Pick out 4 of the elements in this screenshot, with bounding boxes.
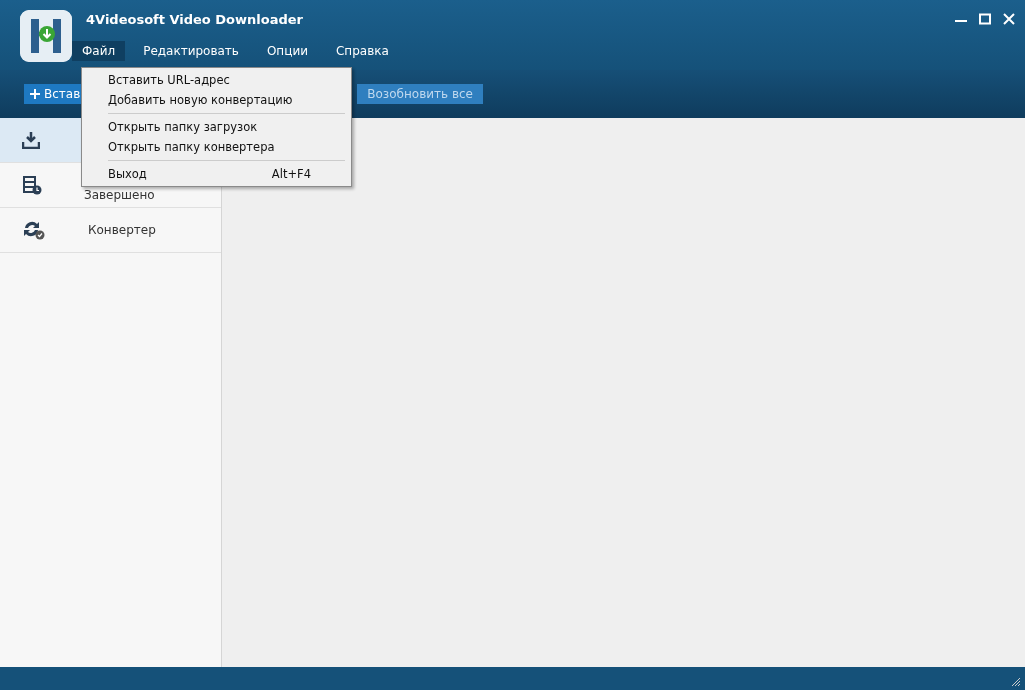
shortcut-label: Alt+F4	[271, 167, 311, 181]
sidebar-label: Завершено	[84, 188, 155, 202]
window-title: 4Videosoft Video Downloader	[86, 12, 304, 27]
sidebar-label: Конвертер	[88, 223, 156, 237]
